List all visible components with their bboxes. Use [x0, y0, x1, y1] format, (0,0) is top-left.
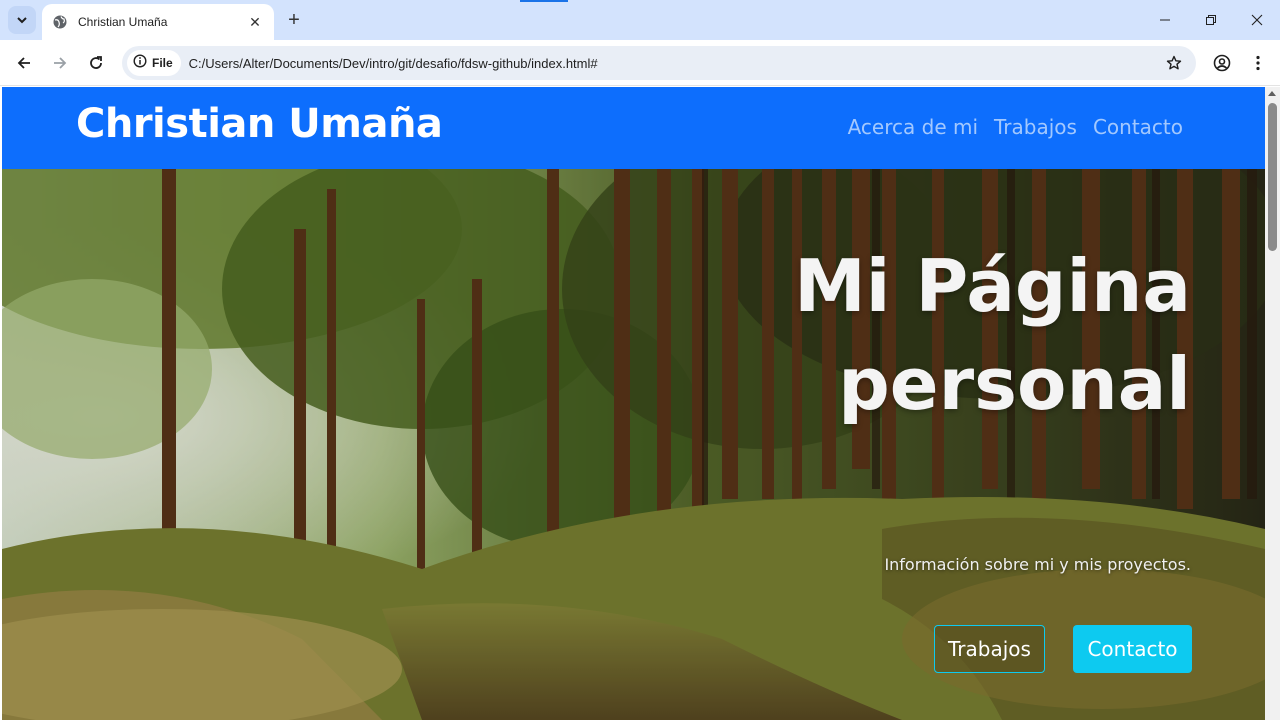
hero-section: Mi Página personal Información sobre mi …	[2, 169, 1265, 720]
scroll-up-arrow-icon[interactable]	[1268, 91, 1276, 96]
back-arrow-icon[interactable]	[10, 49, 38, 77]
trabajos-button[interactable]: Trabajos	[934, 625, 1045, 673]
site-navbar: Christian Umaña Acerca de mi Trabajos Co…	[2, 87, 1265, 169]
chip-label: File	[152, 56, 173, 70]
nav-link-trabajos[interactable]: Trabajos	[994, 115, 1077, 139]
page-viewport: Christian Umaña Acerca de mi Trabajos Co…	[0, 87, 1280, 720]
plus-icon[interactable]: +	[282, 8, 306, 32]
contacto-button[interactable]: Contacto	[1073, 625, 1192, 673]
site-brand[interactable]: Christian Umaña	[76, 101, 443, 147]
hero-subtitle: Información sobre mi y mis proyectos.	[884, 555, 1191, 574]
url-text[interactable]: C:/Users/Alter/Documents/Dev/intro/git/d…	[189, 56, 598, 71]
star-icon[interactable]	[1162, 51, 1186, 75]
reload-icon[interactable]	[82, 49, 110, 77]
nav-link-contacto[interactable]: Contacto	[1093, 115, 1183, 139]
tab-search-icon[interactable]	[8, 6, 36, 34]
browser-toolbar: File C:/Users/Alter/Documents/Dev/intro/…	[0, 40, 1280, 86]
page-scrollbar[interactable]	[1265, 87, 1280, 720]
tab-indicator	[520, 0, 568, 2]
close-window-icon[interactable]	[1234, 0, 1280, 40]
hero-title: Mi Página personal	[631, 237, 1191, 433]
browser-tab-active[interactable]: Christian Umaña ✕	[42, 4, 274, 40]
site-info-chip[interactable]: File	[127, 50, 181, 76]
scrollbar-thumb[interactable]	[1268, 103, 1277, 251]
nav-link-acerca[interactable]: Acerca de mi	[848, 115, 978, 139]
close-icon[interactable]: ✕	[246, 13, 264, 31]
hero-title-line1: Mi Página	[794, 244, 1191, 328]
kebab-menu-icon[interactable]	[1244, 49, 1272, 77]
forward-arrow-icon[interactable]	[46, 49, 74, 77]
profile-icon[interactable]	[1208, 49, 1236, 77]
browser-tabstrip: Christian Umaña ✕ +	[0, 0, 1280, 40]
restore-icon[interactable]	[1188, 0, 1234, 40]
minimize-icon[interactable]	[1142, 0, 1188, 40]
site-nav: Acerca de mi Trabajos Contacto	[848, 115, 1183, 139]
globe-icon	[52, 14, 68, 30]
hero-title-line2: personal	[838, 342, 1191, 426]
address-bar[interactable]: File C:/Users/Alter/Documents/Dev/intro/…	[122, 46, 1196, 80]
tab-title: Christian Umaña	[78, 15, 168, 29]
info-icon	[133, 53, 147, 73]
